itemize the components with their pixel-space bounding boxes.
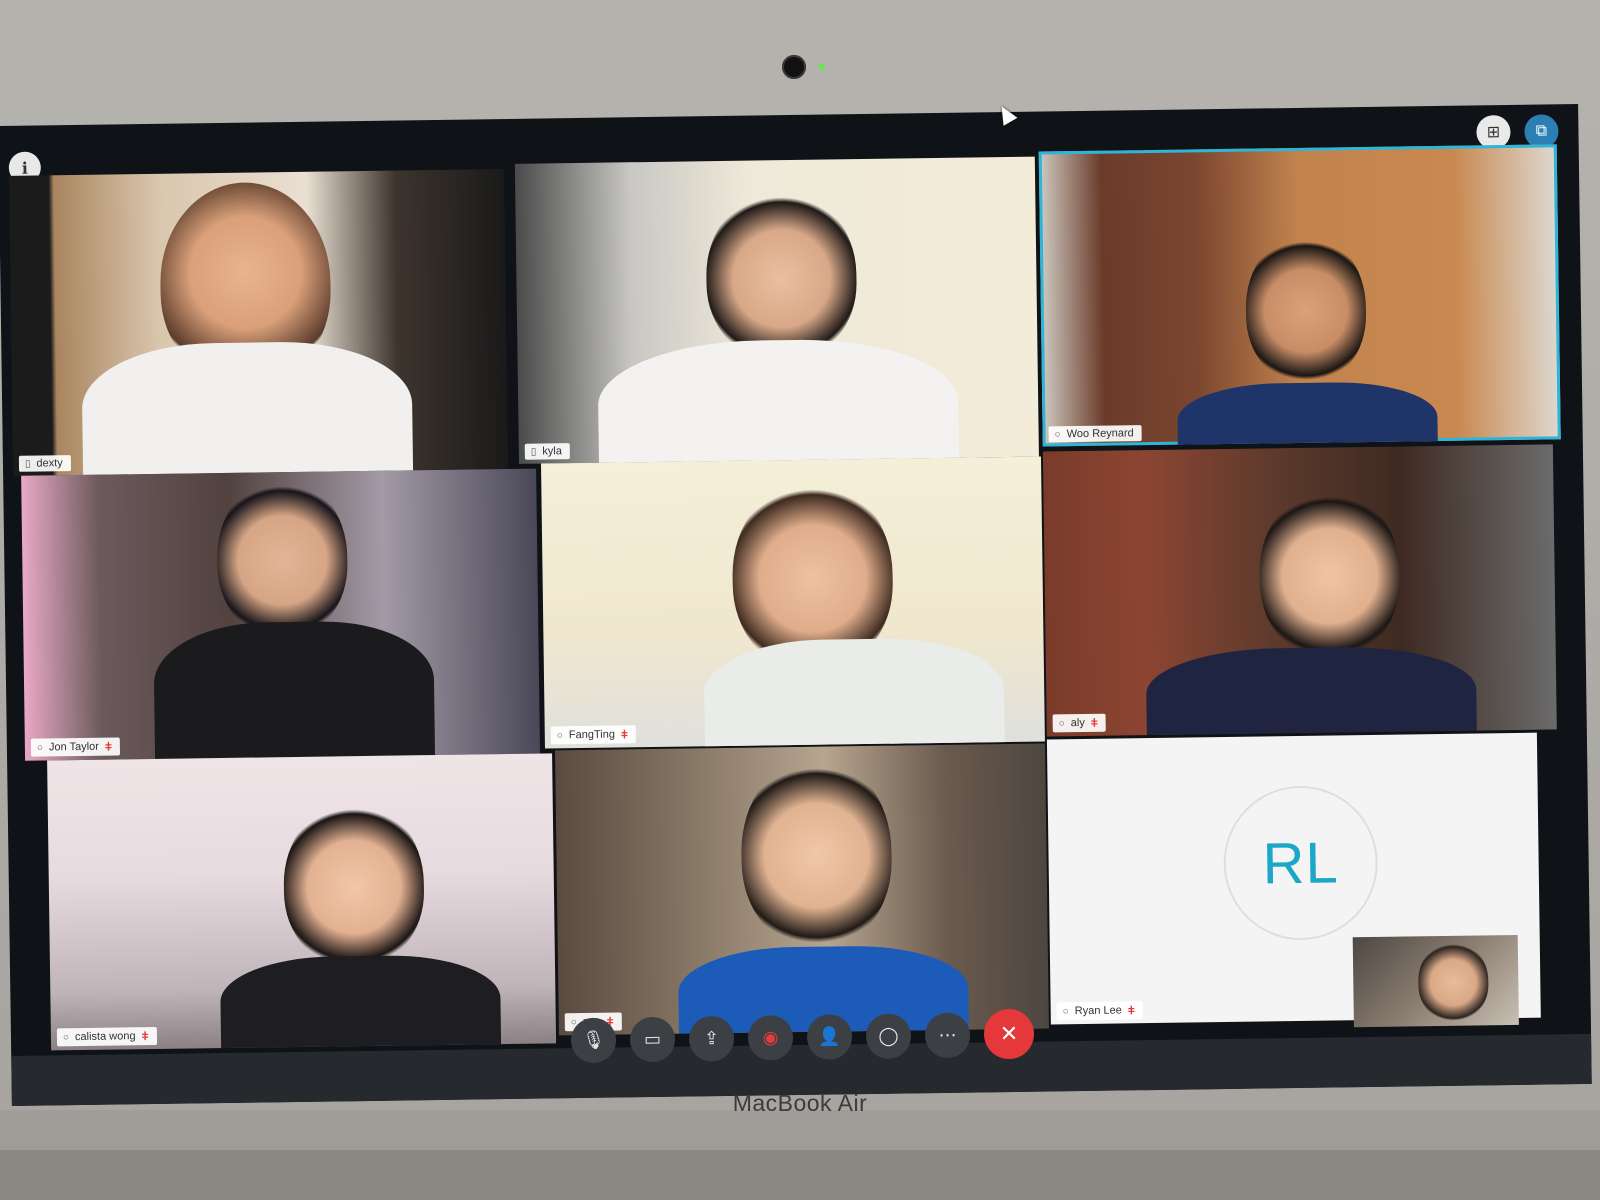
participants-icon[interactable]: 👤 [806, 1013, 853, 1060]
name-tag: ▯ kyla [524, 443, 571, 460]
laptop-base [0, 1150, 1600, 1200]
name-tag: ○ Woo Reynard [1048, 425, 1142, 443]
participant-name: Ryan Lee [1074, 1004, 1122, 1018]
video-tile-jon-taylor[interactable]: ○ Jon Taylor ǂ [21, 468, 541, 761]
name-tag: ▯ dexty [18, 455, 71, 472]
video-tile-dexty[interactable]: ▯ dexty [8, 169, 509, 476]
microphone-icon: ○ [1054, 428, 1061, 440]
participant-shirt [597, 337, 960, 464]
participant-name: Woo Reynard [1066, 427, 1134, 441]
video-tile-aly[interactable]: ○ aly ǂ [1042, 444, 1557, 737]
microphone-icon: ▯ [24, 458, 31, 470]
mute-microphone-icon[interactable]: 🎙 [570, 1017, 617, 1063]
mute-microphone-icon: ǂ [620, 727, 629, 742]
name-tag: ○ aly ǂ [1052, 713, 1106, 733]
participant-shirt [703, 637, 1006, 749]
name-tag: ○ Ryan Lee ǂ [1056, 1001, 1143, 1021]
video-camera-icon[interactable]: ▭ [629, 1016, 676, 1062]
video-tile-zoe[interactable]: ○ zoe ǂ [555, 743, 1049, 1036]
self-view-video[interactable] [1352, 934, 1519, 1028]
participant-name: aly [1070, 716, 1085, 730]
avatar: RL [1222, 784, 1379, 942]
name-tag: ○ FangTing ǂ [550, 725, 637, 745]
participant-name: FangTing [568, 728, 615, 742]
mute-microphone-icon: ǂ [141, 1029, 149, 1044]
mute-microphone-icon: ǂ [1090, 715, 1098, 730]
participant-shirt [81, 340, 414, 476]
microphone-icon: ○ [556, 729, 563, 741]
microphone-icon: ○ [62, 1031, 70, 1043]
participant-video [282, 800, 425, 968]
participant-video [1258, 486, 1401, 659]
meeting-window: i ⊞ ⧉ ▯ dexty ▯ kyla ○ Woo Reynard ○ Jon… [0, 104, 1592, 1106]
participant-name: Jon Taylor [48, 740, 99, 754]
name-tag: ○ calista wong ǂ [56, 1026, 157, 1047]
share-screen-icon[interactable]: ⇪ [688, 1015, 735, 1062]
laptop-brand-label: MacBook Air [732, 1090, 868, 1116]
video-tile-fangting[interactable]: ○ FangTing ǂ [541, 456, 1045, 749]
microphone-icon: ▯ [530, 446, 537, 458]
end-call-icon[interactable]: ✕ [983, 1008, 1035, 1060]
mute-microphone-icon: ǂ [104, 739, 113, 754]
participant-video [705, 189, 858, 362]
webcam-indicator-light [818, 63, 825, 70]
participant-shirt [1176, 381, 1439, 447]
participant-video [1244, 232, 1367, 384]
participant-name: calista wong [74, 1030, 136, 1044]
self-view-participant [1417, 940, 1489, 1022]
participant-name: dexty [36, 457, 63, 470]
more-options-icon[interactable]: ⋯ [924, 1012, 971, 1058]
video-tile-kyla[interactable]: ▯ kyla [514, 156, 1039, 464]
participant-shirt [219, 954, 502, 1051]
participant-shirt [1145, 645, 1478, 737]
mute-microphone-icon: ǂ [1127, 1003, 1135, 1018]
microphone-icon: ○ [1062, 1005, 1069, 1017]
meeting-toolbar: 🎙 ▭ ⇪ ◉ 👤 ◯ ⋯ ✕ [570, 1007, 1035, 1067]
record-icon[interactable]: ◉ [747, 1014, 794, 1061]
name-tag: ○ Jon Taylor ǂ [30, 737, 121, 757]
participant-video [740, 755, 893, 948]
webcam [782, 55, 806, 79]
microphone-icon: ○ [1058, 717, 1065, 729]
video-tile-woo-reynard[interactable]: ○ Woo Reynard [1038, 144, 1561, 447]
microphone-icon: ○ [36, 742, 44, 754]
participant-video [216, 476, 349, 639]
participant-name: kyla [542, 445, 562, 458]
chat-icon[interactable]: ◯ [865, 1012, 912, 1059]
participant-shirt [153, 620, 436, 761]
laptop-bezel: i ⊞ ⧉ ▯ dexty ▯ kyla ○ Woo Reynard ○ Jon… [0, 0, 1600, 1110]
video-tile-calista-wong[interactable]: ○ calista wong ǂ [47, 753, 557, 1051]
